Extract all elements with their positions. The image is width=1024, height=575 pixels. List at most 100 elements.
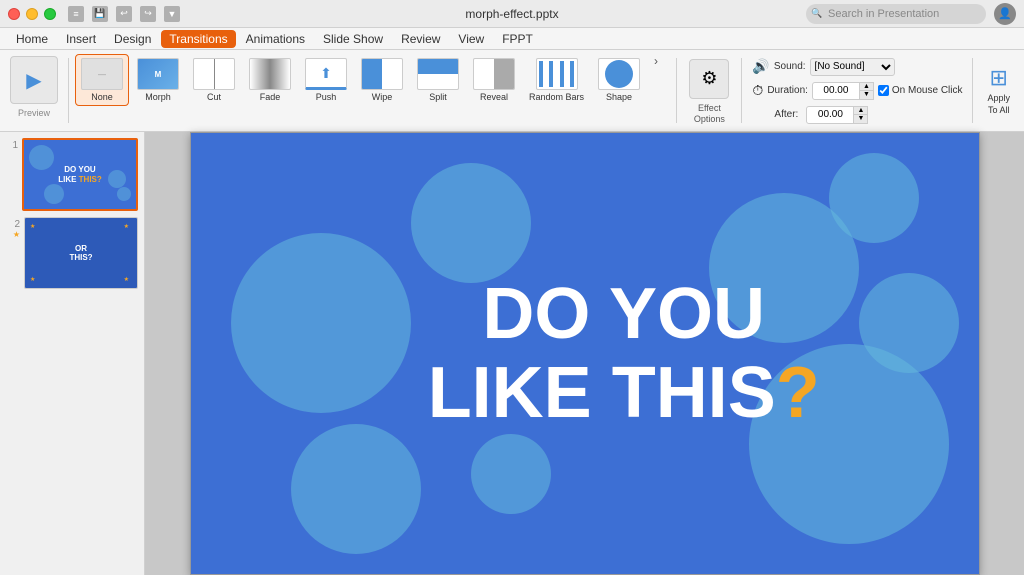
menu-animations[interactable]: Animations (238, 30, 313, 48)
slide-number-2: 2 (8, 217, 20, 230)
duration-row: ⏱ Duration: 00.00 ▲ ▼ On Mouse Click (752, 82, 962, 100)
transition-split[interactable]: Split (411, 54, 465, 106)
fade-thumb (249, 58, 291, 90)
slide-thumb-container-2: 2 ★ ★ ★ ★ ★ ORTHIS? (6, 217, 138, 288)
preview-button[interactable]: ▶ (10, 56, 58, 104)
apply-all-label: ApplyTo All (987, 93, 1010, 116)
search-bar[interactable]: Search in Presentation (806, 4, 986, 24)
transition-wipe[interactable]: Wipe (355, 54, 409, 106)
duration-up[interactable]: ▲ (860, 82, 874, 91)
slide-thumb-1[interactable]: DO YOULIKE THIS? (22, 138, 138, 211)
transition-none[interactable]: — None (75, 54, 129, 106)
reveal-label: Reveal (480, 92, 508, 102)
window-controls[interactable] (8, 8, 56, 20)
wipe-thumb (361, 58, 403, 90)
cut-label: Cut (207, 92, 221, 102)
menu-design[interactable]: Design (106, 30, 159, 48)
transition-morph[interactable]: M Morph (131, 54, 185, 106)
slide-1-bg: DO YOULIKE THIS? (24, 140, 136, 209)
slide1-circle-1 (29, 145, 54, 170)
animation-star-icon: ★ (13, 230, 20, 239)
clock-icon: ⏱ (752, 82, 763, 99)
slide2-star-2: ★ (124, 223, 129, 230)
transition-reveal[interactable]: Reveal (467, 54, 521, 106)
after-spinner: ▲ ▼ (854, 106, 868, 124)
maximize-button[interactable] (44, 8, 56, 20)
reveal-thumb (473, 58, 515, 90)
timing-group: 🔊 Sound: [No Sound] ⏱ Duration: 00.00 ▲ … (748, 54, 966, 127)
canvas-circle-2 (411, 163, 531, 283)
transition-fade[interactable]: Fade (243, 54, 297, 106)
sound-select[interactable]: [No Sound] (810, 58, 895, 76)
more-icon[interactable]: ▼ (164, 6, 180, 22)
after-down[interactable]: ▼ (854, 115, 868, 124)
preview-label: Preview (18, 108, 50, 118)
push-thumb: ⬆ (305, 58, 347, 90)
split-label: Split (429, 92, 447, 102)
on-mouse-click-row: On Mouse Click (878, 85, 963, 96)
duration-label: Duration: (767, 85, 808, 96)
after-input[interactable]: 00.00 (806, 106, 854, 124)
menu-slideshow[interactable]: Slide Show (315, 30, 391, 48)
toolbar-icons: ≡ 💾 ↩ ↪ ▼ (68, 6, 180, 22)
menu-transitions[interactable]: Transitions (161, 30, 235, 48)
apply-all-icon: ⊞ (990, 65, 1008, 91)
transition-randombars[interactable]: Random Bars (523, 54, 590, 106)
on-mouse-click-checkbox[interactable] (878, 85, 889, 96)
main-area: 1 DO YOULIKE THIS? 2 ★ (0, 132, 1024, 575)
transition-push[interactable]: ⬆ Push (299, 54, 353, 106)
duration-down[interactable]: ▼ (860, 91, 874, 100)
none-label: None (91, 92, 113, 102)
title-bar: ≡ 💾 ↩ ↪ ▼ morph-effect.pptx Search in Pr… (0, 0, 1024, 28)
slide2-star-4: ★ (124, 276, 129, 283)
menu-fppt[interactable]: FPPT (494, 30, 541, 48)
search-placeholder: Search in Presentation (828, 8, 939, 20)
sidebar-icon[interactable]: ≡ (68, 6, 84, 22)
canvas-circle-7 (291, 424, 421, 554)
canvas-question: ? (776, 353, 820, 433)
transition-shape[interactable]: Shape (592, 54, 646, 106)
redo-icon[interactable]: ↪ (140, 6, 156, 22)
undo-icon[interactable]: ↩ (116, 6, 132, 22)
menu-insert[interactable]: Insert (58, 30, 104, 48)
divider-1 (68, 58, 69, 123)
morph-thumb: M (137, 58, 179, 90)
menu-view[interactable]: View (450, 30, 492, 48)
slide-number-1: 1 (6, 138, 18, 151)
on-mouse-click-label: On Mouse Click (892, 85, 963, 96)
save-icon[interactable]: 💾 (92, 6, 108, 22)
slide-1-text: DO YOULIKE THIS? (58, 165, 102, 184)
split-thumb (417, 58, 459, 90)
menu-home[interactable]: Home (8, 30, 56, 48)
duration-spinner: ▲ ▼ (860, 82, 874, 100)
close-button[interactable] (8, 8, 20, 20)
duration-input[interactable]: 00.00 (812, 82, 860, 100)
morph-label: Morph (145, 92, 171, 102)
divider-4 (972, 58, 973, 123)
transitions-group: — None M Morph Cut Fade (75, 54, 670, 127)
transition-cut[interactable]: Cut (187, 54, 241, 106)
canvas-line2-text: LIKE THIS (428, 353, 776, 433)
slide2-star-1: ★ (30, 223, 35, 230)
fade-label: Fade (260, 92, 281, 102)
effect-options-label: EffectOptions (694, 103, 725, 125)
canvas-circle-8 (471, 434, 551, 514)
sound-row: 🔊 Sound: [No Sound] (752, 58, 962, 76)
canvas-line2: LIKE THIS? (428, 354, 820, 433)
randombars-thumb (536, 58, 578, 90)
minimize-button[interactable] (26, 8, 38, 20)
slide-thumb-2[interactable]: ★ ★ ★ ★ ORTHIS? (24, 217, 138, 288)
menu-review[interactable]: Review (393, 30, 448, 48)
slide-canvas[interactable]: DO YOU LIKE THIS? (190, 132, 980, 575)
user-avatar[interactable]: 👤 (994, 3, 1016, 25)
scroll-right-button[interactable]: › (648, 54, 664, 68)
title-bar-right: Search in Presentation 👤 (806, 3, 1016, 25)
wipe-label: Wipe (372, 92, 393, 102)
after-up[interactable]: ▲ (854, 106, 868, 115)
after-label: After: (774, 109, 802, 120)
slide-2-inner: ★ ★ ★ ★ ORTHIS? (25, 218, 137, 287)
effect-options-button[interactable]: ⚙ (689, 59, 729, 99)
sound-icon: 🔊 (752, 58, 769, 75)
apply-to-all-button[interactable]: ⊞ ApplyTo All (979, 54, 1018, 127)
transition-items: — None M Morph Cut Fade (75, 54, 670, 127)
